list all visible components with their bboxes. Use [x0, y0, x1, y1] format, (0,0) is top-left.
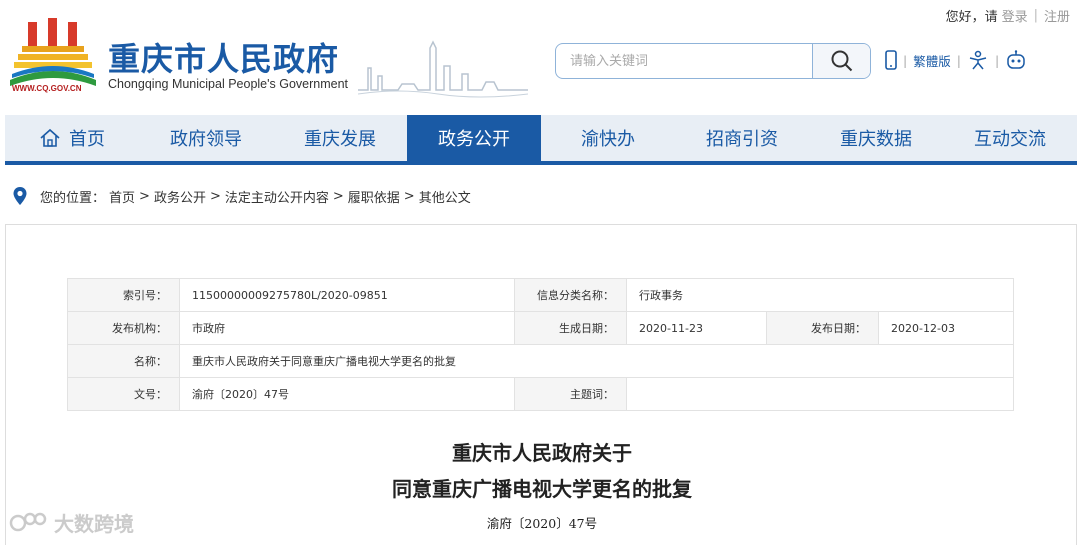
content-card: 索引号： 11500000009275780L/2020-09851 信息分类名… — [5, 224, 1077, 545]
accessibility-button[interactable] — [967, 50, 989, 70]
subject-label: 主题词： — [514, 377, 628, 411]
main-nav: 首页 政府领导 重庆发展 政务公开 渝快办 招商引资 重庆数据 互动交流 — [5, 115, 1077, 165]
published-date-value: 2020-12-03 — [878, 311, 1014, 345]
table-row: 名称： 重庆市人民政府关于同意重庆广播电视大学更名的批复 — [67, 344, 1014, 378]
created-date-label: 生成日期： — [514, 311, 628, 345]
subject-value — [626, 377, 1014, 411]
mobile-phone-icon — [885, 50, 897, 70]
watermark-text: 大数跨境 — [54, 512, 134, 536]
breadcrumb-separator: > — [209, 188, 221, 204]
robot-assistant-button[interactable] — [1005, 50, 1027, 70]
category-value: 行政事务 — [626, 278, 1014, 312]
index-value: 11500000009275780L/2020-09851 — [178, 278, 516, 312]
mobile-button[interactable] — [885, 50, 897, 70]
nav-item-label: 政府领导 — [170, 129, 242, 150]
category-label: 信息分类名称： — [514, 278, 628, 312]
document-title-line2: 同意重庆广播电视大学更名的批复 — [392, 477, 692, 501]
site-header: WWW.CQ.GOV.CN 重庆市人民政府 Chongqing Municipa… — [0, 0, 1080, 112]
nav-item-government-affairs[interactable]: 政务公开 — [407, 115, 541, 161]
issuer-label: 发布机构： — [67, 311, 180, 345]
doc-number-value: 渝府〔2020〕47号 — [178, 377, 516, 411]
breadcrumb-home[interactable]: 首页 — [109, 187, 135, 206]
created-date-value: 2020-11-23 — [626, 311, 768, 345]
breadcrumb-separator: > — [332, 188, 344, 204]
breadcrumb-statutory-disclosure[interactable]: 法定主动公开内容 — [225, 187, 329, 206]
accessibility-icon — [969, 50, 987, 70]
divider: | — [903, 52, 908, 68]
nav-item-label: 首页 — [69, 129, 105, 150]
search-input[interactable] — [556, 44, 812, 78]
published-date-label: 发布日期： — [766, 311, 880, 345]
index-label: 索引号： — [67, 278, 180, 312]
document-title-line1: 重庆市人民政府关于 — [452, 441, 632, 465]
nav-item-investment[interactable]: 招商引资 — [675, 115, 809, 161]
nav-item-label: 重庆发展 — [304, 129, 376, 150]
breadcrumb-duty-basis[interactable]: 履职依据 — [348, 187, 400, 206]
nav-item-yukuaiban[interactable]: 渝快办 — [541, 115, 675, 161]
site-subtitle: Chongqing Municipal People's Government — [108, 77, 349, 91]
divider: | — [994, 52, 1000, 68]
nav-item-label: 渝快办 — [581, 129, 635, 150]
robot-icon — [1007, 50, 1025, 69]
location-pin-icon — [13, 187, 27, 205]
city-skyline-icon — [358, 40, 528, 98]
watermark-logo-icon — [9, 512, 47, 531]
breadcrumb: 您的位置： 首页 > 政务公开 > 法定主动公开内容 > 履职依据 > 其他公文 — [12, 186, 471, 206]
breadcrumb-prefix: 您的位置： — [40, 190, 106, 206]
document-number: 渝府〔2020〕47号 — [486, 516, 598, 531]
header-tools: | 繁體版 | | — [885, 50, 1027, 70]
nav-item-label: 政务公开 — [438, 129, 510, 150]
nav-item-label: 重庆数据 — [840, 129, 912, 150]
breadcrumb-other-documents[interactable]: 其他公文 — [419, 187, 471, 206]
site-url: WWW.CQ.GOV.CN — [12, 84, 82, 93]
search-box — [555, 43, 871, 79]
nav-item-home[interactable]: 首页 — [5, 115, 139, 161]
nav-item-development[interactable]: 重庆发展 — [273, 115, 407, 161]
breadcrumb-gov-affairs[interactable]: 政务公开 — [154, 187, 206, 206]
doc-number-label: 文号： — [67, 377, 180, 411]
search-button[interactable] — [812, 44, 870, 78]
name-label: 名称： — [67, 344, 180, 378]
nav-item-data[interactable]: 重庆数据 — [809, 115, 943, 161]
table-row: 发布机构： 市政府 生成日期： 2020-11-23 发布日期： 2020-12… — [67, 311, 1014, 345]
document-info-table: 索引号： 11500000009275780L/2020-09851 信息分类名… — [67, 278, 1014, 411]
issuer-value: 市政府 — [178, 311, 516, 345]
site-title[interactable]: 重庆市人民政府 — [108, 34, 339, 80]
name-value: 重庆市人民政府关于同意重庆广播电视大学更名的批复 — [179, 344, 1014, 378]
nav-item-leaders[interactable]: 政府领导 — [139, 115, 273, 161]
nav-item-interaction[interactable]: 互动交流 — [943, 115, 1077, 161]
table-row: 文号： 渝府〔2020〕47号 主题词： — [67, 377, 1014, 411]
breadcrumb-separator: > — [403, 188, 415, 204]
nav-item-label: 招商引资 — [706, 129, 778, 150]
table-row: 索引号： 11500000009275780L/2020-09851 信息分类名… — [67, 278, 1014, 312]
nav-item-label: 互动交流 — [974, 129, 1046, 150]
home-icon — [40, 128, 60, 147]
breadcrumb-separator: > — [139, 188, 150, 204]
search-icon — [831, 50, 852, 72]
divider: | — [956, 52, 961, 68]
watermark: 大数跨境 — [8, 508, 134, 537]
traditional-chinese-link[interactable]: 繁體版 — [913, 51, 951, 70]
